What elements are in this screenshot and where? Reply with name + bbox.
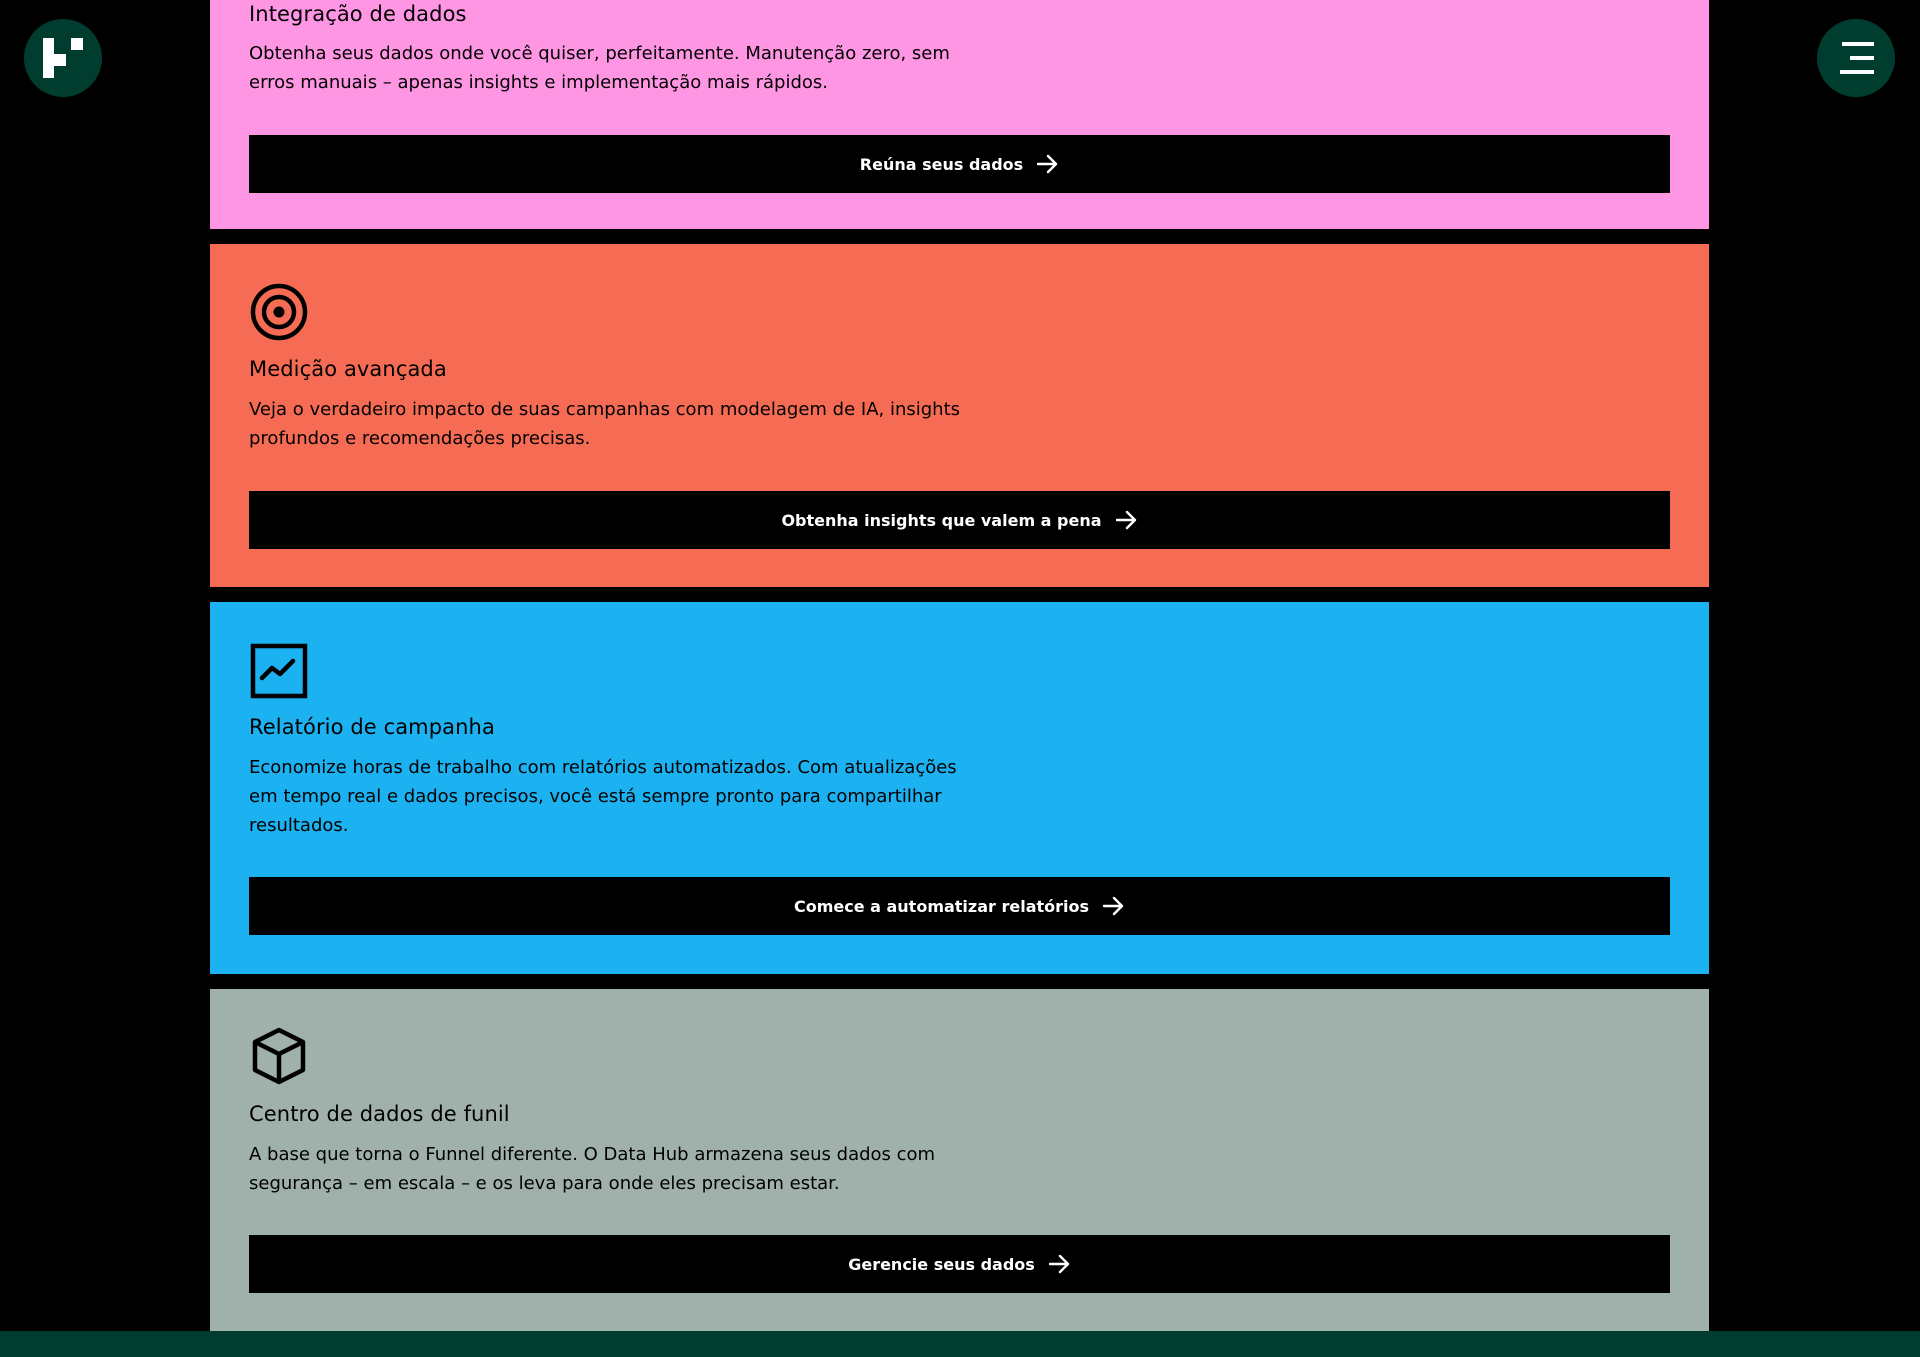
card-description: Obtenha seus dados onde você quiser, per… xyxy=(249,43,950,93)
card-description: Economize horas de trabalho com relatóri… xyxy=(249,757,957,836)
card-title: Centro de dados de funil xyxy=(249,1102,510,1126)
card-advanced-measurement: Medição avançada Veja o verdadeiro impac… xyxy=(210,244,1709,587)
chart-trend-icon xyxy=(250,643,308,699)
gather-data-button[interactable]: Reúna seus dados xyxy=(249,135,1670,193)
card-description: A base que torna o Funnel diferente. O D… xyxy=(249,1144,936,1194)
card-title: Medição avançada xyxy=(249,357,447,381)
card-description: Veja o verdadeiro impacto de suas campan… xyxy=(249,399,961,449)
button-label: Obtenha insights que valem a pena xyxy=(781,510,1102,530)
cube-icon xyxy=(252,1027,306,1085)
target-icon xyxy=(250,283,308,341)
footer-edge xyxy=(0,1331,1920,1357)
arrow-right-icon xyxy=(1037,154,1058,174)
arrow-right-icon xyxy=(1048,1254,1069,1274)
home-logo-link[interactable] xyxy=(24,19,102,97)
button-label: Gerencie seus dados xyxy=(848,1254,1035,1274)
button-label: Reúna seus dados xyxy=(859,154,1024,174)
card-campaign-report: Relatório de campanha Economize horas de… xyxy=(210,602,1709,974)
arrow-right-icon xyxy=(1103,896,1124,916)
menu-button[interactable] xyxy=(1817,19,1895,97)
manage-data-button[interactable]: Gerencie seus dados xyxy=(249,1235,1670,1293)
card-funnel-data-hub: Centro de dados de funil A base que torn… xyxy=(210,989,1709,1331)
start-automating-reports-button[interactable]: Comece a automatizar relatórios xyxy=(249,877,1670,935)
button-label: Comece a automatizar relatórios xyxy=(793,896,1090,916)
hamburger-menu-icon xyxy=(1840,42,1874,74)
card-data-integration: Integração de dados Obtenha seus dados o… xyxy=(210,0,1709,229)
get-insights-button[interactable]: Obtenha insights que valem a pena xyxy=(249,491,1670,549)
funnel-logo-icon xyxy=(43,38,83,78)
card-title: Integração de dados xyxy=(249,2,467,26)
arrow-right-icon xyxy=(1115,510,1136,530)
page: Integração de dados Obtenha seus dados o… xyxy=(0,0,1920,1357)
card-title: Relatório de campanha xyxy=(249,715,495,739)
